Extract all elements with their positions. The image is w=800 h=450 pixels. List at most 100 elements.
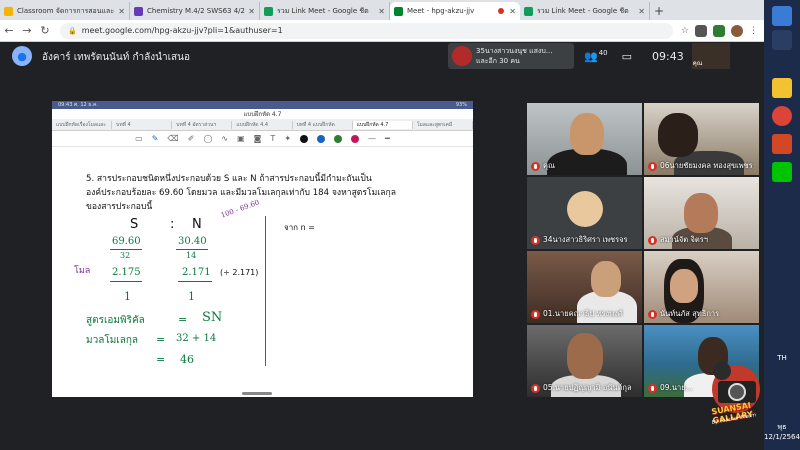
close-tab-icon[interactable]: ✕ <box>638 7 645 16</box>
handwriting-equals: = <box>178 313 188 326</box>
docs-favicon-icon <box>134 6 143 16</box>
join-notification[interactable]: 35นางสาวนงนุช แสงบ... และอีก 30 คน <box>448 43 574 69</box>
shared-screen: 09:43 ศ. 12 ธ.ค. 93% แบบฝึกหัด 4.7 แบบฝึ… <box>52 101 473 397</box>
close-tab-icon[interactable]: ✕ <box>509 7 516 16</box>
note-tab[interactable]: บทที่ 4 แบบฝึกหัด <box>293 120 353 129</box>
participant-name: 01.นายคณาธิป ทรงพงศ์ <box>543 309 623 318</box>
note-tab[interactable]: โมลและสูตรเคมี <box>413 120 473 129</box>
browser-tab[interactable]: รวม Link Meet - Google ชีต ✕ <box>520 2 650 20</box>
note-tab[interactable]: แบบฝึกหัดเรื่องโมลและ <box>52 120 113 129</box>
note-scrollbar[interactable] <box>242 392 272 395</box>
input-language[interactable]: TH <box>764 354 800 362</box>
star-icon[interactable]: ☆ <box>681 26 689 36</box>
tablet-status-left: 09:43 ศ. 12 ธ.ค. <box>58 102 98 108</box>
taskbar-date[interactable]: 12/1/2564 <box>764 433 800 441</box>
participant-tile[interactable]: 05.นายปฏิญญามิ อนันต์กุล <box>527 325 642 397</box>
eraser-icon[interactable]: ⌫ <box>167 134 178 143</box>
tablet-statusbar: 09:43 ศ. 12 ธ.ค. 93% <box>52 101 473 109</box>
highlighter-icon[interactable]: ✐ <box>188 134 195 143</box>
handwriting-equals: = <box>156 333 166 346</box>
participant-name: สมาน์จัต จิตรฯ <box>660 235 709 244</box>
browser-tab-title: Classroom จัดการการสอนและ <box>17 6 115 15</box>
back-icon[interactable]: ← <box>0 24 18 37</box>
handwriting-n-num: 30.40 <box>178 236 207 247</box>
chat-button[interactable]: ▭ <box>622 50 632 63</box>
participant-tile[interactable]: คุณ <box>527 103 642 175</box>
handwriting-divide: (÷ 2.171) <box>220 268 259 277</box>
powerpoint-icon[interactable] <box>772 134 792 154</box>
close-tab-icon[interactable]: ✕ <box>378 7 385 16</box>
reload-icon[interactable]: ↻ <box>36 24 54 37</box>
browser-tab[interactable]: Classroom จัดการการสอนและ ✕ <box>0 2 130 20</box>
thin-line-icon[interactable]: — <box>368 134 376 143</box>
meet-favicon-icon <box>394 6 403 16</box>
video-face <box>670 269 698 303</box>
meeting-clock: 09:43 <box>652 49 684 63</box>
line-icon[interactable] <box>772 162 792 182</box>
handwriting-N: N <box>192 217 202 232</box>
new-tab-button[interactable]: + <box>650 2 668 20</box>
extensions-area: ☆ ⋮ <box>673 24 764 37</box>
note-tab[interactable]: บทที่ 4 <box>112 120 173 129</box>
presenter-label: อังคาร์ เทพรัตนนันท์ กำลังนำเสนอ <box>42 52 190 63</box>
note-tab-active[interactable]: แบบฝึกหัด 4.7 <box>352 120 413 129</box>
avatar <box>567 191 603 227</box>
laser-icon[interactable]: ✦ <box>284 134 291 143</box>
handwriting-mol-label: โมล <box>74 266 91 276</box>
chrome-icon[interactable] <box>772 106 792 126</box>
profile-avatar[interactable] <box>731 24 743 37</box>
video-face <box>658 113 698 157</box>
self-view[interactable]: คุณ <box>691 43 730 69</box>
browser-tab-active[interactable]: Meet - hpg-akzu-jjv ✕ <box>390 2 520 20</box>
handwriting-n-den: 14 <box>186 251 197 260</box>
pen-icon[interactable]: ✎ <box>152 134 159 143</box>
participant-name: นันท์นภัส สุทธิการ <box>660 309 720 318</box>
thick-line-icon[interactable]: ━ <box>385 134 390 143</box>
shapes-icon[interactable]: ◯ <box>203 134 212 143</box>
menu-icon[interactable]: ⋮ <box>749 26 758 36</box>
handwriting-s-den: 32 <box>120 251 131 260</box>
browser-tab-title: รวม Link Meet - Google ชีต <box>277 6 369 15</box>
mic-off-icon <box>531 162 540 171</box>
note-title: แบบฝึกหัด 4.7 <box>243 111 282 118</box>
text-icon[interactable]: T <box>270 134 275 143</box>
participant-tile[interactable]: 06นายชัยมงคล ทองสุขเพชร <box>644 103 759 175</box>
image-icon[interactable]: ▣ <box>237 134 245 143</box>
browser-tab[interactable]: รวม Link Meet - Google ชีต ✕ <box>260 2 390 20</box>
camera-icon[interactable]: ◙ <box>254 134 262 143</box>
notification-line2: และอีก 30 คน <box>476 57 520 65</box>
search-icon[interactable] <box>772 30 792 50</box>
participant-name: คุณ <box>543 161 555 170</box>
question-line-2: องค์ประกอบร้อยละ 69.60 โดยมวล และมีมวลโม… <box>86 188 396 198</box>
close-tab-icon[interactable]: ✕ <box>118 7 125 16</box>
handwriting-one-a: 1 <box>124 290 131 303</box>
extension-icon[interactable] <box>695 24 707 37</box>
participants-button[interactable]: 👥 40 <box>584 49 608 63</box>
lasso-icon[interactable]: ∿ <box>221 134 228 143</box>
participant-tile[interactable]: สมาน์จัต จิตรฯ <box>644 177 759 249</box>
extension-icon[interactable] <box>713 24 725 37</box>
participant-count: 40 <box>598 49 608 57</box>
participant-tile[interactable]: 34นางสาวธิริศรา เพชรจร <box>527 177 642 249</box>
black-color-swatch[interactable] <box>300 134 309 143</box>
handwriting-n-mol: 2.171 <box>182 267 211 278</box>
file-explorer-icon[interactable] <box>772 78 792 98</box>
participant-name: 06นายชัยมงคล ทองสุขเพชร <box>660 161 753 170</box>
note-tab[interactable]: แบบฝึกหัด 4.4 <box>232 120 293 129</box>
participant-tile[interactable]: นันท์นภัส สุทธิการ <box>644 251 759 323</box>
close-tab-icon[interactable]: ✕ <box>248 7 255 16</box>
forward-icon[interactable]: → <box>18 24 36 37</box>
mic-off-icon <box>648 162 657 171</box>
note-tab[interactable]: บทที่ 4 อัตราส่วนฯ <box>172 120 233 129</box>
browser-tab-title: รวม Link Meet - Google ชีต <box>537 6 629 15</box>
fraction-bar <box>176 249 208 250</box>
url-input[interactable]: 🔒 meet.google.com/hpg-akzu-jjv?pli=1&aut… <box>60 22 673 39</box>
browser-tab[interactable]: Chemistry M.4/2 SWS63 4/2 ✕ <box>130 2 260 20</box>
handwriting-annotation: 100 - 69.60 <box>219 198 261 220</box>
windows-start-icon[interactable] <box>772 6 792 26</box>
participant-tile[interactable]: 01.นายคณาธิป ทรงพงศ์ <box>527 251 642 323</box>
green-color-swatch[interactable] <box>334 134 343 143</box>
blue-color-swatch[interactable] <box>317 134 326 143</box>
pink-color-swatch[interactable] <box>351 134 360 143</box>
read-mode-icon[interactable]: ▭ <box>135 134 143 143</box>
